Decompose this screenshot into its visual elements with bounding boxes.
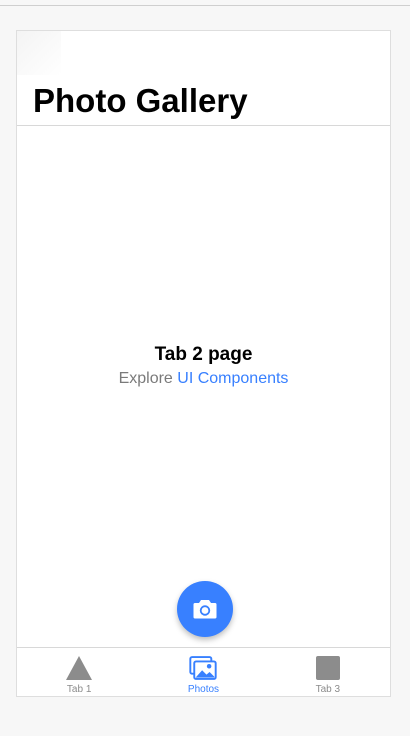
- ui-components-link[interactable]: UI Components: [177, 370, 288, 387]
- tab-page-heading: Tab 2 page: [154, 344, 253, 365]
- explore-text: Explore UI Components: [17, 368, 390, 390]
- app-frame: Photo Gallery Tab 2 page Explore UI Comp…: [16, 30, 391, 697]
- camera-icon: [193, 600, 217, 619]
- tab-bar: Tab 1 Photos Tab 3: [17, 647, 390, 696]
- images-icon: [189, 654, 218, 682]
- tab-1[interactable]: Tab 1: [17, 648, 141, 696]
- explore-container: Tab 2 page Explore UI Components: [17, 344, 390, 390]
- tab-photos[interactable]: Photos: [141, 648, 265, 696]
- triangle-icon: [65, 654, 93, 682]
- tab-photos-label: Photos: [187, 684, 220, 695]
- toolbar: Photo Gallery: [17, 31, 390, 126]
- page-title: Photo Gallery: [33, 82, 248, 119]
- take-photo-button[interactable]: [177, 581, 233, 637]
- square-icon: [314, 654, 342, 682]
- tab-3[interactable]: Tab 3: [266, 648, 390, 696]
- tab-content: Tab 2 page Explore UI Components: [17, 126, 390, 647]
- top-divider: [0, 5, 410, 6]
- tab-3-label: Tab 3: [315, 684, 341, 695]
- tab-1-label: Tab 1: [66, 684, 92, 695]
- explore-prefix: Explore: [118, 370, 173, 387]
